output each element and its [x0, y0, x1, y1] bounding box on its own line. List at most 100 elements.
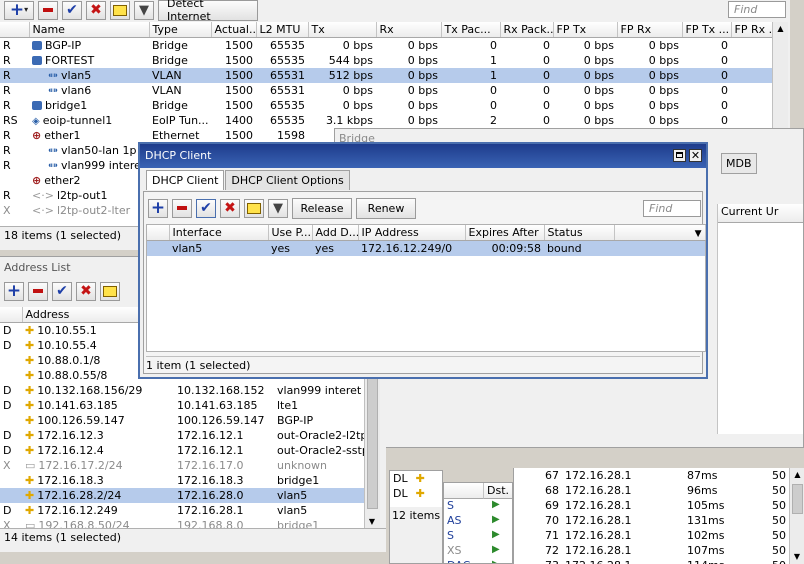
remove-button[interactable] — [38, 0, 58, 20]
col-use-peer-dns[interactable]: Use P... — [268, 225, 313, 241]
comment-button[interactable] — [244, 198, 264, 218]
disable-button[interactable]: ✖ — [86, 0, 106, 20]
col-dst[interactable]: Dst. — [484, 483, 512, 499]
col-current-unicast[interactable]: Current Ur — [718, 204, 803, 223]
list-item[interactable]: DAC ▶ — [444, 559, 512, 563]
col-status[interactable]: Status — [544, 225, 615, 241]
address-icon: ✚ — [25, 444, 35, 457]
table-row[interactable]: 69 172.16.28.1 105ms 50 — [514, 498, 789, 513]
col-fp-rx[interactable]: FP Rx — [617, 22, 683, 38]
scroll-down-arrow-icon[interactable]: ▼ — [365, 515, 379, 529]
table-row[interactable]: ✚ 172.16.28.2/24 172.16.28.0 vlan5 — [0, 488, 364, 503]
table-row[interactable]: X ▭ 172.16.17.2/24 172.16.17.0 unknown — [0, 458, 364, 473]
table-row[interactable]: D ✚ 172.16.12.3 172.16.12.1 out-Oracle2-l2tp — [0, 428, 364, 443]
interfaces-find-input[interactable]: Find — [728, 1, 786, 18]
cell-flag: R — [3, 99, 11, 112]
table-row[interactable]: D ✚ 10.141.63.185 10.141.63.185 lte1 — [0, 398, 364, 413]
enable-button[interactable]: ✔ — [52, 281, 72, 301]
col-type[interactable]: Type — [149, 22, 212, 38]
column-menu-dropdown[interactable]: ▼ — [614, 225, 706, 241]
add-button[interactable]: + — [4, 281, 24, 301]
ping-scrollbar[interactable]: ▲ ▼ — [789, 468, 804, 564]
comment-button[interactable] — [100, 281, 120, 301]
disable-button[interactable]: ✖ — [220, 198, 240, 218]
table-row[interactable]: R FORTEST Bridge 1500 65535 544 bps 0 bps 1 0 0 b… — [0, 53, 772, 68]
table-row[interactable]: Rbridge1 Bridge 1500 65535 0 bps 0 bps 0 0 0 bps… — [0, 98, 772, 113]
table-row[interactable]: R BGP-IP Bridge 1500 65535 0 bps 0 bps 0 0 0 bps 0… — [0, 38, 772, 54]
table-row[interactable]: RS ◈ eoip-tunnel1 EoIP Tun... 1400 65535 3.1 k… — [0, 113, 772, 128]
table-row[interactable]: vlan5 yes yes 172.16.12.249/0 00:09:58 b… — [147, 240, 705, 256]
cell-type: Bridge — [152, 99, 188, 112]
list-item[interactable]: S ▶ — [444, 529, 512, 544]
enable-button[interactable]: ✔ — [196, 198, 216, 218]
table-row[interactable]: R ⁌⁍ vlan5 VLAN 1500 65531 512 bps 0 bps 1 0 0 bps… — [0, 68, 772, 83]
tab-dhcp-client-options[interactable]: DHCP Client Options — [225, 170, 350, 190]
add-button[interactable]: + — [148, 198, 168, 218]
scroll-up-arrow-icon[interactable]: ▲ — [790, 468, 804, 482]
list-item[interactable]: S ▶ — [444, 499, 512, 514]
cell-network: 10.132.168.152 — [177, 384, 265, 397]
table-row[interactable]: 67 172.16.28.1 87ms 50 — [514, 468, 789, 483]
col-rx-packets[interactable]: Rx Pack... — [500, 22, 554, 38]
cell-use-peer-dns: yes — [268, 240, 312, 256]
col-add-default-route[interactable]: Add D... — [312, 225, 359, 241]
bridge-tab-mdb[interactable]: MDB — [721, 153, 757, 174]
table-row[interactable]: ✚ 100.126.59.147 100.126.59.147 BGP-IP — [0, 413, 364, 428]
table-row[interactable]: 73172.16.28.1114ms50 — [514, 558, 789, 564]
cell-time: 107ms — [687, 544, 725, 557]
cell-size: 50 — [772, 544, 786, 557]
table-row[interactable]: D ✚ 172.16.12.4 172.16.12.1 out-Oracle2-sstp — [0, 443, 364, 458]
cell-l2-mtu: 65535 — [270, 99, 305, 112]
scroll-thumb[interactable] — [792, 484, 803, 514]
col-fp-tx-packets[interactable]: FP Tx ... — [682, 22, 732, 38]
col-l2-mtu[interactable]: L2 MTU — [256, 22, 309, 38]
col-tx-packets[interactable]: Tx Pac... — [441, 22, 501, 38]
dhcp-title-bar[interactable]: DHCP Client ✕ — [140, 144, 706, 168]
maximize-icon[interactable] — [673, 149, 686, 162]
enable-button[interactable]: ✔ — [62, 0, 82, 20]
col-rx[interactable]: Rx — [376, 22, 442, 38]
table-row[interactable]: ✚ 172.16.18.3 172.16.18.3 bridge1 — [0, 473, 364, 488]
table-row[interactable]: 70 172.16.28.1 131ms 50 — [514, 513, 789, 528]
disable-button[interactable]: ✖ — [76, 281, 96, 301]
list-item[interactable]: DL ✚ — [390, 486, 442, 501]
col-flag[interactable] — [0, 22, 30, 38]
address-value: 172.16.17.2/24 — [38, 459, 123, 472]
table-row[interactable]: 68 172.16.28.1 96ms 50 — [514, 483, 789, 498]
release-button[interactable]: Release — [292, 197, 352, 219]
add-button[interactable]: + ▾ — [4, 0, 34, 20]
remove-button[interactable] — [172, 198, 192, 218]
list-item[interactable]: XS ▶ — [444, 544, 512, 559]
col-actual-mtu[interactable]: Actual... — [211, 22, 257, 38]
col-interface[interactable]: Interface — [169, 225, 269, 241]
close-icon[interactable]: ✕ — [689, 149, 702, 162]
table-row[interactable]: 71 172.16.28.1 102ms 50 — [514, 528, 789, 543]
table-row[interactable]: D ✚ 172.16.12.249 172.16.28.1 vlan5 — [0, 503, 364, 518]
remove-button[interactable] — [28, 281, 48, 301]
col-flag[interactable] — [0, 307, 23, 323]
col-name[interactable]: Name — [29, 22, 150, 38]
col-fp-rx-packets[interactable]: FP Rx ... — [731, 22, 772, 38]
col-expires-after[interactable]: Expires After — [465, 225, 545, 241]
chevron-down-icon[interactable]: ▼ — [695, 229, 702, 239]
filter-button[interactable]: ▼ — [134, 0, 154, 20]
tab-dhcp-client[interactable]: DHCP Client — [146, 170, 225, 190]
scroll-up-arrow-icon[interactable]: ▲ — [773, 22, 788, 36]
list-item[interactable]: AS ▶ — [444, 514, 512, 529]
renew-button[interactable]: Renew — [356, 197, 416, 219]
col-tx[interactable]: Tx — [308, 22, 377, 38]
col-flag[interactable] — [444, 483, 484, 499]
comment-button[interactable] — [110, 0, 130, 20]
dhcp-find-input[interactable]: Find — [643, 200, 701, 217]
table-row[interactable]: 72 172.16.28.1 107ms 50 — [514, 543, 789, 558]
dhcp-title: DHCP Client — [145, 149, 212, 162]
col-fp-tx[interactable]: FP Tx — [553, 22, 618, 38]
list-item[interactable]: DL ✚ — [390, 471, 442, 486]
table-row[interactable]: R ⁌⁍ vlan6 VLAN 1500 65531 0 bps 0 bps 0 0 0 bps 0 … — [0, 83, 772, 98]
table-row[interactable]: D ✚ 10.132.168.156/29 10.132.168.152 vlan999… — [0, 383, 364, 398]
col-flag[interactable] — [147, 225, 170, 241]
detect-internet-button[interactable]: Detect Internet — [158, 0, 258, 23]
col-ip-address[interactable]: IP Address — [358, 225, 466, 241]
filter-button[interactable]: ▼ — [268, 198, 288, 218]
scroll-down-arrow-icon[interactable]: ▼ — [790, 550, 804, 564]
